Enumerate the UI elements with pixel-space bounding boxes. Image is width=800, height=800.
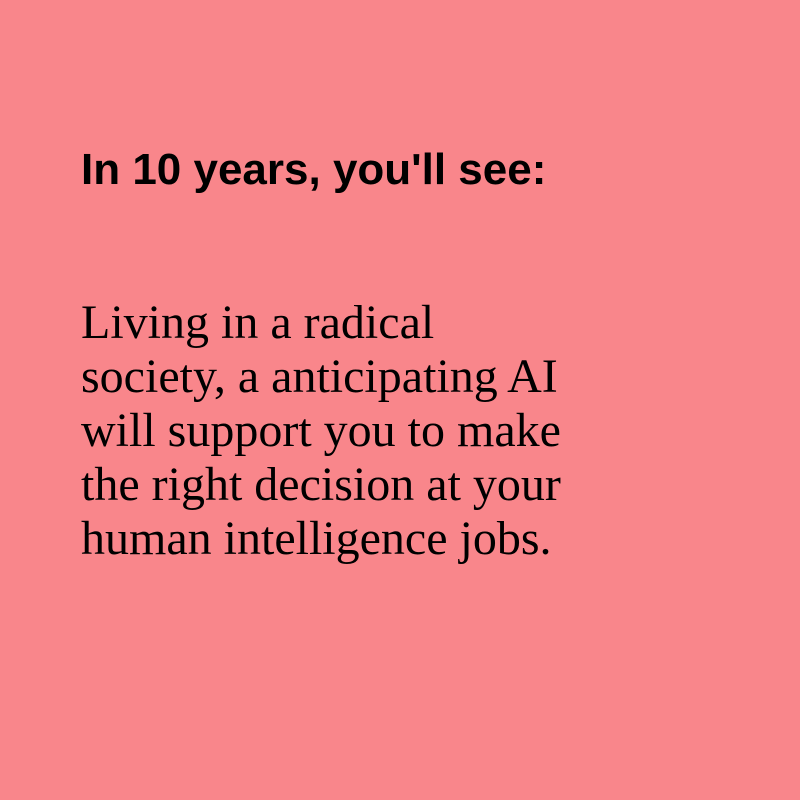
body-line: the right decision at your: [81, 458, 561, 511]
quote-card: In 10 years, you'll see: Living in a rad…: [0, 0, 800, 800]
body-line: Living in a radical: [81, 296, 435, 349]
body-line: human intelligence jobs.: [81, 512, 552, 565]
heading: In 10 years, you'll see:: [81, 145, 547, 194]
body-line: society, a anticipating AI: [81, 350, 558, 403]
body-line: will support you to make: [81, 404, 561, 457]
body-text: Living in a radical society, a anticipat…: [81, 296, 721, 566]
